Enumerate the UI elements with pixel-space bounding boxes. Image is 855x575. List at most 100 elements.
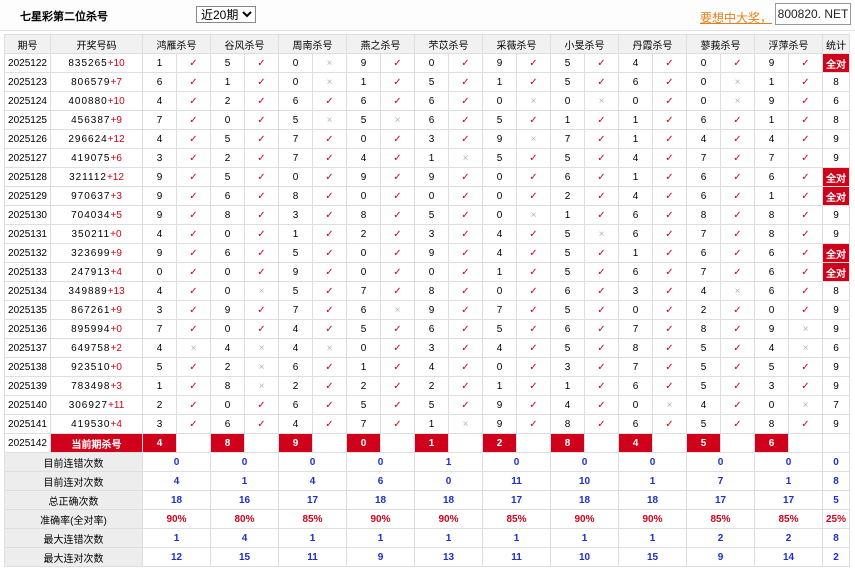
stat-cell: 9 (822, 129, 850, 149)
col-header-expert: 周南杀号 (278, 34, 347, 54)
correct-check-icon: ✓ (176, 319, 211, 339)
correct-check-icon: ✓ (244, 129, 279, 149)
empty-cell (244, 433, 279, 453)
col-header-expert: 蓼莪杀号 (686, 34, 755, 54)
correct-check-icon: ✓ (244, 53, 279, 73)
period-select[interactable]: 近20期 (196, 6, 256, 23)
col-header-expert: 芣苡杀号 (414, 34, 483, 54)
kill-number: 9 (482, 53, 517, 73)
kill-number: 3 (550, 357, 585, 377)
kill-number: 4 (346, 148, 381, 168)
kill-number: 1 (618, 243, 653, 263)
correct-check-icon: ✓ (380, 129, 415, 149)
draw-sum: +7 (110, 76, 122, 88)
draw-sum: +9 (110, 114, 122, 126)
correct-check-icon: ✓ (448, 72, 483, 92)
kill-number: 0 (414, 262, 449, 282)
summary-value: 16 (210, 490, 279, 510)
kill-number: 9 (754, 319, 789, 339)
correct-check-icon: ✓ (312, 243, 347, 263)
kill-number: 0 (482, 91, 517, 111)
kill-number: 1 (346, 357, 381, 377)
kill-number: 6 (754, 281, 789, 301)
stat-cell: 8 (822, 110, 850, 130)
correct-check-icon: ✓ (720, 148, 755, 168)
kill-number: 6 (210, 414, 245, 434)
kill-number: 1 (414, 414, 449, 434)
kill-number: 8 (210, 376, 245, 396)
kill-number: 4 (686, 281, 721, 301)
summary-value: 1 (482, 528, 551, 548)
kill-number: 5 (346, 395, 381, 415)
kill-number: 0 (618, 300, 653, 320)
draw-sum: +10 (107, 95, 125, 107)
kill-number: 7 (686, 262, 721, 282)
kill-number: 0 (278, 53, 313, 73)
kill-number: 3 (618, 281, 653, 301)
wrong-cross-icon: × (448, 414, 483, 434)
draw-sum: +0 (110, 323, 122, 335)
correct-check-icon: ✓ (244, 224, 279, 244)
summary-value: 10 (550, 471, 619, 491)
kill-number: 0 (346, 338, 381, 358)
current-kill-label: 当前期杀号 (50, 433, 143, 453)
correct-check-icon: ✓ (652, 110, 687, 130)
correct-check-icon: ✓ (584, 243, 619, 263)
correct-check-icon: ✓ (516, 414, 551, 434)
draw-digits: 649758 (71, 342, 111, 354)
current-kill-number: 6 (754, 433, 789, 453)
correct-check-icon: ✓ (652, 243, 687, 263)
kill-number: 0 (346, 129, 381, 149)
kill-number: 7 (686, 224, 721, 244)
kill-number: 4 (142, 281, 177, 301)
summary-value: 5 (822, 490, 850, 510)
summary-value: 1 (210, 471, 279, 491)
summary-value: 6 (346, 471, 415, 491)
issue-cell: 2025136 (4, 319, 51, 339)
col-header-expert: 燕之杀号 (346, 34, 415, 54)
summary-value: 1 (618, 471, 687, 491)
kill-number: 1 (278, 224, 313, 244)
correct-check-icon: ✓ (176, 205, 211, 225)
issue-cell: 2025137 (4, 338, 51, 358)
promo-link[interactable]: 要想中大奖， (700, 9, 772, 26)
draw-sum: +13 (107, 285, 125, 297)
kill-number: 1 (550, 110, 585, 130)
correct-check-icon: ✓ (652, 338, 687, 358)
draw-digits: 400880 (68, 95, 108, 107)
kill-number: 0 (754, 395, 789, 415)
issue-cell: 2025126 (4, 129, 51, 149)
wrong-cross-icon: × (720, 91, 755, 111)
draw-digits: 247913 (71, 266, 111, 278)
kill-number: 9 (414, 300, 449, 320)
table-row: 2025133 247913+4 0 ✓ 0 ✓ 9 ✓ 0 ✓ 0 ✓ 1 ✓ 5 ✓ 6 ✓ 7 ✓ 6 ✓ 全对 (4, 262, 850, 282)
kill-number: 6 (346, 300, 381, 320)
correct-check-icon: ✓ (652, 376, 687, 396)
correct-check-icon: ✓ (380, 338, 415, 358)
kill-number: 4 (142, 338, 177, 358)
summary-value: 18 (550, 490, 619, 510)
issue-cell: 2025134 (4, 281, 51, 301)
kill-number: 6 (142, 72, 177, 92)
kill-number: 4 (618, 53, 653, 73)
kill-number: 5 (210, 129, 245, 149)
wrong-cross-icon: × (244, 376, 279, 396)
correct-check-icon: ✓ (788, 224, 823, 244)
kill-number: 6 (550, 281, 585, 301)
draw-cell: 867261+9 (50, 300, 143, 320)
draw-cell: 783498+3 (50, 376, 143, 396)
issue-cell: 2025140 (4, 395, 51, 415)
kill-number: 2 (210, 148, 245, 168)
correct-check-icon: ✓ (788, 129, 823, 149)
col-header-draw: 开奖号码 (50, 34, 143, 54)
table-row: 2025123 806579+7 6 ✓ 1 ✓ 0 × 1 ✓ 5 ✓ 1 ✓ 5 ✓ 6 ✓ 0 × 1 ✓ 8 (4, 72, 850, 92)
kill-number: 6 (346, 91, 381, 111)
wrong-cross-icon: × (312, 53, 347, 73)
draw-digits: 970637 (71, 190, 111, 202)
correct-check-icon: ✓ (176, 91, 211, 111)
kill-number: 4 (618, 148, 653, 168)
stat-cell: 9 (822, 205, 850, 225)
correct-check-icon: ✓ (312, 395, 347, 415)
kill-number: 0 (210, 262, 245, 282)
table-row: 2025135 867261+9 3 ✓ 9 ✓ 7 ✓ 6 × 9 ✓ 7 ✓ 5 ✓ 0 ✓ 2 ✓ 0 ✓ 9 (4, 300, 850, 320)
